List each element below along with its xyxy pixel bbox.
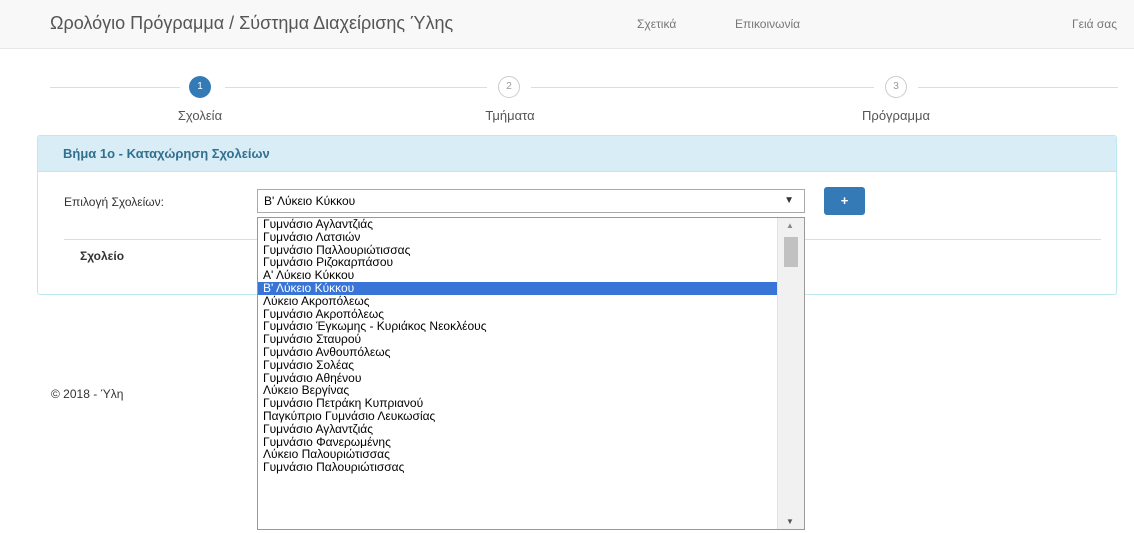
nav-link-about[interactable]: Σχετικά <box>637 17 676 31</box>
navbar: Ωρολόγιο Πρόγραμμα / Σύστημα Διαχείρισης… <box>0 0 1134 49</box>
step-connector <box>225 87 487 88</box>
add-school-button[interactable]: + <box>824 187 865 215</box>
dropdown-option[interactable]: Λύκειο Ακροπόλεως <box>258 295 804 308</box>
school-column-header: Σχολείο <box>80 249 125 263</box>
dropdown-option[interactable]: Γυμνάσιο Αθηένου <box>258 372 804 385</box>
step-connector <box>531 87 874 88</box>
school-select-label: Επιλογή Σχολείων: <box>64 195 165 209</box>
panel-heading: Βήμα 1ο - Καταχώρηση Σχολείων <box>38 136 1116 172</box>
user-greeting[interactable]: Γειά σας <box>1072 17 1117 31</box>
scroll-up-icon[interactable]: ▲ <box>786 221 794 230</box>
step-2-label: Τμήματα <box>485 108 535 123</box>
step-1-circle[interactable]: 1 <box>189 76 211 98</box>
dropdown-option[interactable]: Γυμνάσιο Ακροπόλεως <box>258 308 804 321</box>
brand-title[interactable]: Ωρολόγιο Πρόγραμμα / Σύστημα Διαχείρισης… <box>50 13 453 34</box>
step-connector <box>918 87 1118 88</box>
dropdown-option[interactable]: Λύκειο Παλουριώτισσας <box>258 448 804 461</box>
dropdown-options: Γυμνάσιο Αγλαντζιάς Γυμνάσιο Λατσιών Γυμνά… <box>258 218 804 474</box>
dropdown-option[interactable]: Γυμνάσιο Παλλουριώτισσας <box>258 244 804 257</box>
footer-copyright: © 2018 - Ύλη <box>51 387 124 401</box>
dropdown-option[interactable]: Α' Λύκειο Κύκκου <box>258 269 804 282</box>
dropdown-option[interactable]: Γυμνάσιο Σολέας <box>258 359 804 372</box>
step-2-circle[interactable]: 2 <box>498 76 520 98</box>
school-select-value: Β' Λύκειο Κύκκου <box>264 194 356 208</box>
school-dropdown-list[interactable]: Γυμνάσιο Αγλαντζιάς Γυμνάσιο Λατσιών Γυμνά… <box>257 217 805 530</box>
scroll-down-icon[interactable]: ▼ <box>786 517 794 526</box>
dropdown-option[interactable]: Λύκειο Βεργίνας <box>258 384 804 397</box>
panel-title: Βήμα 1ο - Καταχώρηση Σχολείων <box>63 146 270 161</box>
dropdown-option[interactable]: Γυμνάσιο Πετράκη Κυπριανού <box>258 397 804 410</box>
dropdown-scrollbar[interactable]: ▲ ▼ <box>777 218 804 529</box>
dropdown-option[interactable]: Γυμνάσιο Λατσιών <box>258 231 804 244</box>
dropdown-option[interactable]: Γυμνάσιο Έγκωμης - Κυριάκος Νεοκλέους <box>258 320 804 333</box>
dropdown-option[interactable]: Γυμνάσιο Ανθουπόλεως <box>258 346 804 359</box>
dropdown-option[interactable]: Γυμνάσιο Αγλαντζιάς <box>258 423 804 436</box>
dropdown-option[interactable]: Γυμνάσιο Παλουριώτισσας <box>258 461 804 474</box>
nav-link-contact[interactable]: Επικοινωνία <box>735 17 800 31</box>
school-select[interactable]: Β' Λύκειο Κύκκου ▼ <box>257 189 805 213</box>
dropdown-option[interactable]: Γυμνάσιο Φανερωμένης <box>258 436 804 449</box>
dropdown-option[interactable]: Γυμνάσιο Αγλαντζιάς <box>258 218 804 231</box>
dropdown-option[interactable]: Γυμνάσιο Σταυρού <box>258 333 804 346</box>
dropdown-option[interactable]: Γυμνάσιο Ριζοκαρπάσου <box>258 256 804 269</box>
step-connector <box>50 87 180 88</box>
dropdown-option[interactable]: Β' Λύκειο Κύκκου <box>258 281 804 295</box>
step-3-circle[interactable]: 3 <box>885 76 907 98</box>
step-1-label: Σχολεία <box>177 108 223 123</box>
step-3-label: Πρόγραμμα <box>862 108 930 123</box>
chevron-down-icon[interactable]: ▼ <box>784 195 794 206</box>
scrollbar-thumb[interactable] <box>784 237 798 267</box>
dropdown-option[interactable]: Παγκύπριο Γυμνάσιο Λευκωσίας <box>258 410 804 423</box>
